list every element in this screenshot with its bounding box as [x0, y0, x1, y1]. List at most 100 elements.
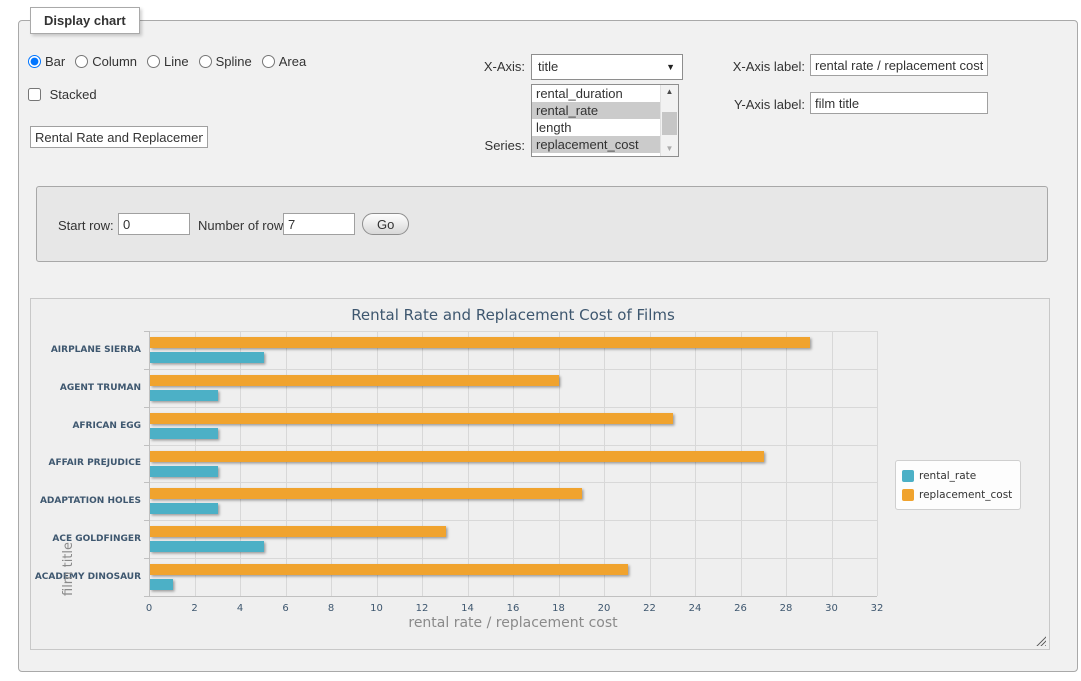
x-axis-tick-label: 32	[863, 603, 891, 614]
y-axis-category-label: AIRPLANE SIERRA	[31, 331, 141, 369]
series-select-label: Series:	[455, 138, 525, 153]
scroll-up-icon[interactable]: ▲	[661, 85, 678, 99]
x-axis-tick-label: 24	[681, 603, 709, 614]
x-axis-select[interactable]: title ▼	[531, 54, 683, 80]
series-listbox[interactable]: rental_durationrental_ratelengthreplacem…	[531, 84, 679, 157]
chart-type-option-column[interactable]: Column	[75, 54, 137, 69]
chart-container: Rental Rate and Replacement Cost of Film…	[30, 298, 1050, 650]
legend-swatch-rental_rate	[902, 470, 914, 482]
gridline	[286, 331, 287, 596]
y-axis-category-label: AFFAIR PREJUDICE	[31, 445, 141, 483]
chart-type-option-label: Line	[164, 54, 189, 69]
x-axis-tick-label: 28	[772, 603, 800, 614]
legend-item-rental_rate[interactable]: rental_rate	[902, 466, 1012, 485]
legend-swatch-replacement_cost	[902, 489, 914, 501]
chart-type-option-bar[interactable]: Bar	[28, 54, 65, 69]
series-option-replacement_cost[interactable]: replacement_cost	[532, 136, 661, 153]
gridline	[604, 331, 605, 596]
gridline	[513, 331, 514, 596]
x-axis-tick-label: 12	[408, 603, 436, 614]
gridline	[240, 331, 241, 596]
chart-type-radio-area[interactable]	[262, 55, 275, 68]
chart-type-radio-group: Bar Column Line Spline Area	[28, 54, 316, 69]
y-axis-label-label: Y-Axis label:	[705, 97, 805, 112]
bar-replacement_cost-african-egg	[150, 413, 673, 424]
category-separator	[149, 520, 877, 521]
number-of-rows-input[interactable]	[283, 213, 355, 235]
x-axis-tick-label: 4	[226, 603, 254, 614]
listbox-scrollbar[interactable]: ▲ ▼	[660, 85, 678, 156]
legend-label: replacement_cost	[919, 489, 1012, 501]
category-separator	[149, 369, 877, 370]
chart-type-option-label: Bar	[45, 54, 65, 69]
x-axis-tick-label: 20	[590, 603, 618, 614]
bar-rental_rate-agent-truman	[150, 390, 218, 401]
series-option-length[interactable]: length	[532, 119, 661, 136]
x-axis-tick-label: 26	[727, 603, 755, 614]
gridline	[195, 331, 196, 596]
bar-replacement_cost-airplane-sierra	[150, 337, 810, 348]
bar-replacement_cost-adaptation-holes	[150, 488, 582, 499]
gridline	[650, 331, 651, 596]
y-axis-category-label: ACE GOLDFINGER	[31, 520, 141, 558]
category-separator	[149, 445, 877, 446]
number-of-rows-label: Number of rows:	[198, 218, 293, 233]
x-axis-tick-label: 10	[363, 603, 391, 614]
scroll-down-icon[interactable]: ▼	[661, 142, 678, 156]
start-row-label: Start row:	[58, 218, 114, 233]
legend-item-replacement_cost[interactable]: replacement_cost	[902, 485, 1012, 504]
gridline	[786, 331, 787, 596]
stacked-label: Stacked	[50, 87, 97, 102]
chart-x-axis-title: rental rate / replacement cost	[149, 615, 877, 631]
gridline	[741, 331, 742, 596]
x-axis-selected-value: title	[538, 59, 558, 74]
chart-type-radio-line[interactable]	[147, 55, 160, 68]
series-option-rental_rate[interactable]: rental_rate	[532, 102, 661, 119]
y-axis-category-label: ADAPTATION HOLES	[31, 482, 141, 520]
chart-type-option-spline[interactable]: Spline	[199, 54, 252, 69]
bar-rental_rate-academy-dinosaur	[150, 579, 173, 590]
x-axis-label-input[interactable]	[810, 54, 988, 76]
chart-title-input[interactable]	[30, 126, 208, 148]
chart-type-radio-spline[interactable]	[199, 55, 212, 68]
chart-y-axis-title: film title	[61, 331, 76, 596]
chart-legend: rental_rate replacement_cost	[895, 460, 1021, 510]
x-axis-tick-label: 0	[135, 603, 163, 614]
y-axis-label-input[interactable]	[810, 92, 988, 114]
gridline	[331, 331, 332, 596]
page: Display chart Bar Column Line Spline Area St…	[0, 0, 1081, 681]
x-axis-label-label: X-Axis label:	[705, 59, 805, 74]
gridline	[468, 331, 469, 596]
bar-replacement_cost-agent-truman	[150, 375, 559, 386]
bar-replacement_cost-affair-prejudice	[150, 451, 764, 462]
panel-legend: Display chart	[30, 7, 140, 34]
chart-type-radio-column[interactable]	[75, 55, 88, 68]
x-axis-tick-label: 30	[818, 603, 846, 614]
chart-type-option-line[interactable]: Line	[147, 54, 189, 69]
scrollbar-thumb[interactable]	[662, 112, 677, 135]
chart-type-radio-bar[interactable]	[28, 55, 41, 68]
x-axis-tick-label: 2	[181, 603, 209, 614]
chart-type-option-label: Area	[279, 54, 306, 69]
bar-replacement_cost-academy-dinosaur	[150, 564, 628, 575]
category-separator	[149, 482, 877, 483]
bar-rental_rate-african-egg	[150, 428, 218, 439]
resize-grip-icon[interactable]	[1036, 636, 1046, 646]
y-axis-category-label: AFRICAN EGG	[31, 407, 141, 445]
series-option-rental_duration[interactable]: rental_duration	[532, 85, 661, 102]
stacked-checkbox[interactable]	[28, 88, 41, 101]
gridline	[832, 331, 833, 596]
bar-rental_rate-airplane-sierra	[150, 352, 264, 363]
go-button[interactable]: Go	[362, 213, 409, 235]
start-row-input[interactable]	[118, 213, 190, 235]
gridline	[377, 331, 378, 596]
bar-rental_rate-adaptation-holes	[150, 503, 218, 514]
chart-type-option-label: Spline	[216, 54, 252, 69]
gridline	[559, 331, 560, 596]
series-options: rental_durationrental_ratelengthreplacem…	[532, 85, 661, 156]
chart-type-option-label: Column	[92, 54, 137, 69]
x-axis-tick-label: 16	[499, 603, 527, 614]
chart-type-option-area[interactable]: Area	[262, 54, 306, 69]
bar-rental_rate-ace-goldfinger	[150, 541, 264, 552]
stacked-checkbox-row[interactable]: Stacked	[28, 87, 97, 102]
